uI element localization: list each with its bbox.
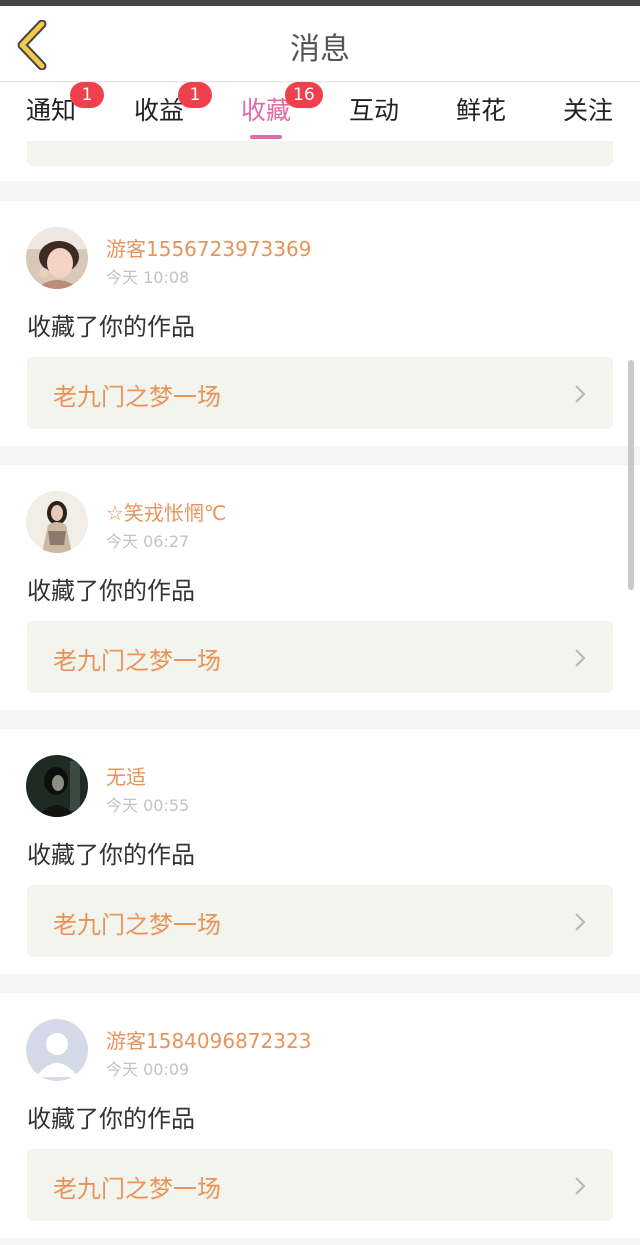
favorites-count-badge: 16 [285, 82, 323, 108]
list-item: 游客1584096872323 今天 00:09 收藏了你的作品 老九门之梦一场 [0, 993, 640, 1238]
chevron-right-icon [575, 1177, 586, 1195]
work-link[interactable] [27, 141, 613, 166]
work-link[interactable]: 老九门之梦一场 [27, 885, 613, 957]
list-item: ☆笑戎怅惘℃ 今天 06:27 收藏了你的作品 老九门之梦一场 [0, 465, 640, 710]
timestamp: 今天 00:55 [106, 796, 190, 815]
work-link[interactable]: 老九门之梦一场 [27, 357, 613, 429]
tab-label: 收益 [133, 96, 184, 125]
work-link[interactable]: 老九门之梦一场 [27, 1149, 613, 1221]
tab-earnings[interactable]: 收益 1 [114, 82, 212, 127]
page-title: 消息 [290, 32, 350, 67]
earnings-count-badge: 1 [178, 82, 212, 108]
chevron-right-icon [575, 913, 586, 931]
tab-label: 鲜花 [455, 96, 506, 125]
work-title: 老九门之梦一场 [53, 911, 221, 939]
tab-bar: 通知 1 收益 1 收藏 16 互动 鲜花 关注 [0, 82, 640, 141]
timestamp: 今天 00:09 [106, 1060, 190, 1079]
action-text: 收藏了你的作品 [27, 841, 195, 869]
list-item-partial [0, 141, 640, 181]
default-avatar-icon[interactable] [26, 1019, 88, 1081]
tab-label: 互动 [348, 96, 399, 125]
header: 消息 [0, 6, 640, 82]
notice-count-badge: 1 [70, 82, 104, 108]
tab-favorites[interactable]: 收藏 16 [221, 82, 323, 139]
username[interactable]: ☆笑戎怅惘℃ [106, 497, 226, 526]
avatar[interactable] [26, 755, 88, 817]
username[interactable]: 游客1584096872323 [106, 1025, 311, 1054]
notification-list[interactable]: 游客1556723973369 今天 10:08 收藏了你的作品 老九门之梦一场… [0, 141, 640, 1245]
username[interactable]: 无适 [106, 761, 146, 790]
work-link[interactable]: 老九门之梦一场 [27, 621, 613, 693]
list-item: 无适 今天 00:55 收藏了你的作品 老九门之梦一场 [0, 729, 640, 974]
action-text: 收藏了你的作品 [27, 577, 195, 605]
active-tab-indicator [250, 135, 282, 139]
tab-label: 关注 [562, 96, 613, 125]
list-item: 游客1556723973369 今天 10:08 收藏了你的作品 老九门之梦一场 [0, 201, 640, 446]
timestamp: 今天 10:08 [106, 268, 190, 287]
tab-label: 收藏 [240, 96, 291, 125]
tab-notice[interactable]: 通知 1 [6, 82, 104, 127]
tab-follow[interactable]: 关注 [543, 91, 633, 127]
tab-interaction[interactable]: 互动 [329, 91, 419, 127]
work-title: 老九门之梦一场 [53, 1175, 221, 1203]
work-title: 老九门之梦一场 [53, 383, 221, 411]
action-text: 收藏了你的作品 [27, 1105, 195, 1133]
chevron-right-icon [575, 649, 586, 667]
username[interactable]: 游客1556723973369 [106, 233, 311, 262]
avatar[interactable] [26, 227, 88, 289]
avatar[interactable] [26, 491, 88, 553]
action-text: 收藏了你的作品 [27, 313, 195, 341]
timestamp: 今天 06:27 [106, 532, 190, 551]
tab-label: 通知 [25, 96, 76, 125]
work-title: 老九门之梦一场 [53, 647, 221, 675]
tab-flowers[interactable]: 鲜花 [436, 91, 526, 127]
scrollbar[interactable] [628, 360, 634, 590]
chevron-right-icon [575, 385, 586, 403]
